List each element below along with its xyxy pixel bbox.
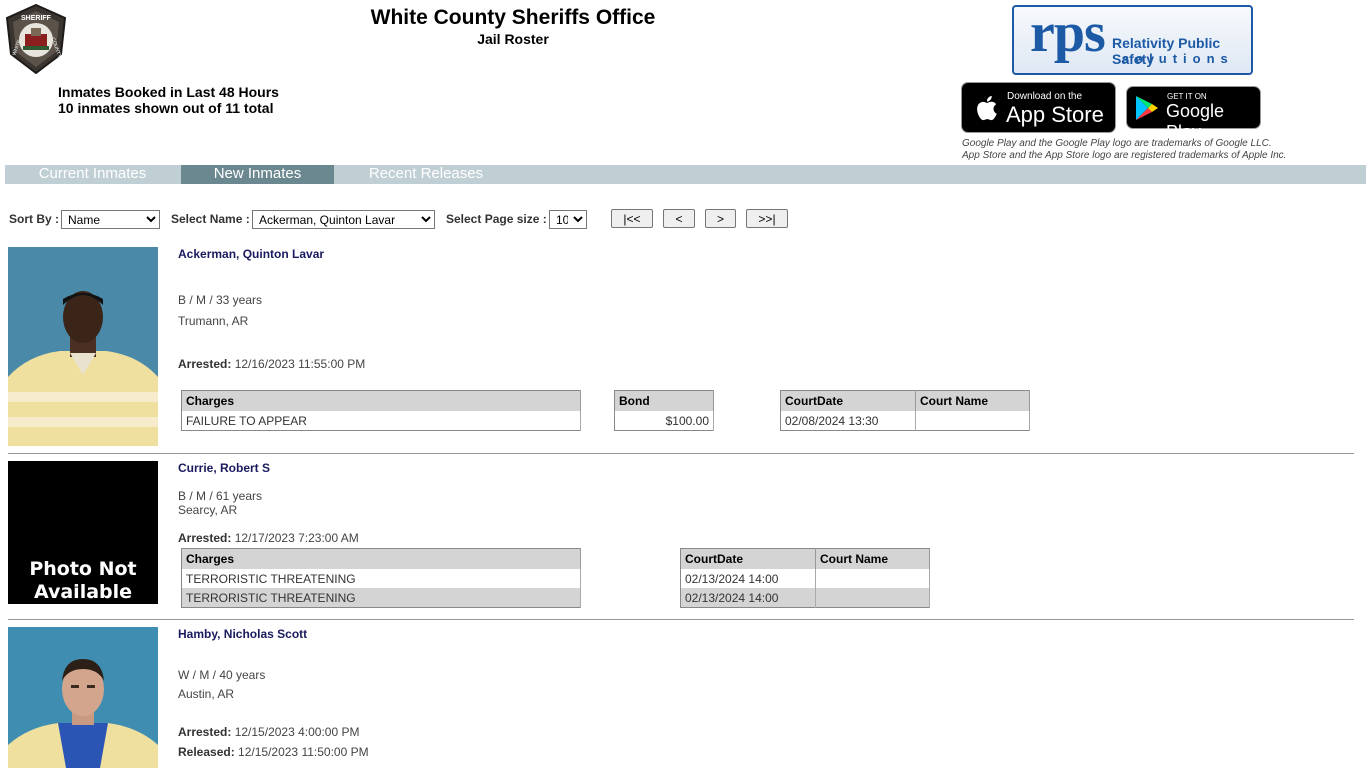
name-label: Select Name : [171,212,250,226]
google-play-icon [1136,96,1158,120]
apple-icon [977,96,997,121]
inmate-city: Searcy, AR [178,503,238,517]
pagesize-select[interactable]: 10 [549,210,587,229]
inmate-demographics: B / M / 33 years [178,293,263,307]
sort-select[interactable]: Name [61,210,160,229]
inmate-city: Austin, AR [178,687,235,701]
app-store-small-text: Download on the [1007,91,1083,102]
inmate-arrested: Arrested: 12/17/2023 7:23:00 AM [178,531,359,545]
charge-cell: TERRORISTIC THREATENING [181,569,581,588]
google-play-big-text: Google Play [1166,101,1225,142]
charges-table: Charges TERRORISTIC THREATENING TERRORIS… [181,548,581,608]
arrested-label: Arrested: [178,531,232,545]
inmate-name[interactable]: Hamby, Nicholas Scott [178,627,307,641]
first-page-button[interactable]: |<< [611,209,653,228]
court-date-header: CourtDate [780,390,916,411]
court-table: CourtDate Court Name 02/08/2024 13:30 [780,390,1030,431]
page-title: White County Sheriffs Office [370,6,656,29]
prev-page-button[interactable]: < [663,209,695,228]
arrested-value: 12/16/2023 11:55:00 PM [234,357,366,371]
inmate-name[interactable]: Currie, Robert S [178,461,270,475]
inmate-arrested: Arrested: 12/16/2023 11:55:00 PM [178,357,365,371]
released-label: Released: [178,745,235,759]
trademark-google: Google Play and the Google Play logo are… [962,138,1272,149]
divider [8,453,1354,454]
court-name-cell [915,411,1030,431]
trademark-apple: App Store and the App Store logo are reg… [962,150,1287,161]
tab-new-inmates[interactable]: New Inmates [181,165,334,184]
table-row: 02/13/2024 14:00 [680,569,930,588]
summary-heading: Inmates Booked in Last 48 Hours [58,84,279,100]
table-row: $100.00 [614,411,714,431]
tab-current-inmates[interactable]: Current Inmates [5,165,180,184]
inmate-photo[interactable] [8,627,158,768]
photo-na-line2: Available [33,581,133,603]
app-store-big-text: App Store [1006,102,1104,127]
court-table: CourtDate Court Name 02/13/2024 14:00 02… [680,548,930,608]
last-page-button[interactable]: >>| [746,209,788,228]
court-date-cell: 02/13/2024 14:00 [680,588,816,608]
arrested-label: Arrested: [178,357,232,371]
arrested-value: 12/15/2023 4:00:00 PM [234,725,360,739]
tab-recent-releases[interactable]: Recent Releases [335,165,517,184]
table-row: FAILURE TO APPEAR [181,411,581,431]
pagesize-label: Select Page size : [446,212,547,226]
inmate-arrested: Arrested: 12/15/2023 4:00:00 PM [178,725,359,739]
released-value: 12/15/2023 11:50:00 PM [238,745,369,759]
inmate-photo[interactable] [8,247,158,446]
tab-bar: Current Inmates New Inmates Recent Relea… [5,165,1366,184]
app-store-button[interactable]: Download on the App Store [961,82,1116,133]
name-select[interactable]: Ackerman, Quinton Lavar [252,210,435,229]
summary-count: 10 inmates shown out of 11 total [58,100,274,116]
bond-table: Bond $100.00 [614,390,714,431]
court-name-cell [815,588,930,608]
trademark-notice: Google Play and the Google Play logo are… [962,138,1286,162]
table-row: TERRORISTIC THREATENING [181,569,581,588]
bond-cell: $100.00 [614,411,714,431]
court-date-header: CourtDate [680,548,816,569]
charges-header: Charges [181,390,581,411]
rps-logo[interactable]: rps Relativity Public Safety solutions [1012,5,1253,75]
arrested-label: Arrested: [178,725,232,739]
page-subtitle: Jail Roster [477,31,549,47]
court-name-header: Court Name [915,390,1030,411]
court-date-cell: 02/13/2024 14:00 [680,569,816,588]
court-date-cell: 02/08/2024 13:30 [780,411,916,431]
google-play-small-text: GET IT ON [1167,92,1207,101]
rps-logo-mark: rps [1030,5,1106,64]
table-row: 02/13/2024 14:00 [680,588,930,608]
bond-header: Bond [614,390,714,411]
google-play-button[interactable]: GET IT ON Google Play [1126,86,1261,142]
charges-header: Charges [181,548,581,569]
court-name-header: Court Name [815,548,930,569]
charge-cell: TERRORISTIC THREATENING [181,588,581,608]
court-name-cell [815,569,930,588]
rps-logo-line2: solutions [1122,51,1234,66]
inmate-city: Trumann, AR [178,314,249,328]
sort-label: Sort By : [9,212,60,226]
table-row: TERRORISTIC THREATENING [181,588,581,608]
photo-na-line1: Photo Not [29,558,137,580]
inmate-released: Released: 12/15/2023 11:50:00 PM [178,745,369,759]
table-row: 02/08/2024 13:30 [780,411,1030,431]
charges-table: Charges FAILURE TO APPEAR [181,390,581,431]
arrested-value: 12/17/2023 7:23:00 AM [234,531,359,545]
inmate-photo-unavailable[interactable]: Photo Not Available [8,461,158,604]
inmate-name[interactable]: Ackerman, Quinton Lavar [178,247,324,261]
divider [8,619,1354,620]
next-page-button[interactable]: > [705,209,736,228]
inmate-demographics: W / M / 40 years [178,668,266,682]
inmate-demographics: B / M / 61 years [178,489,263,503]
charge-cell: FAILURE TO APPEAR [181,411,581,431]
